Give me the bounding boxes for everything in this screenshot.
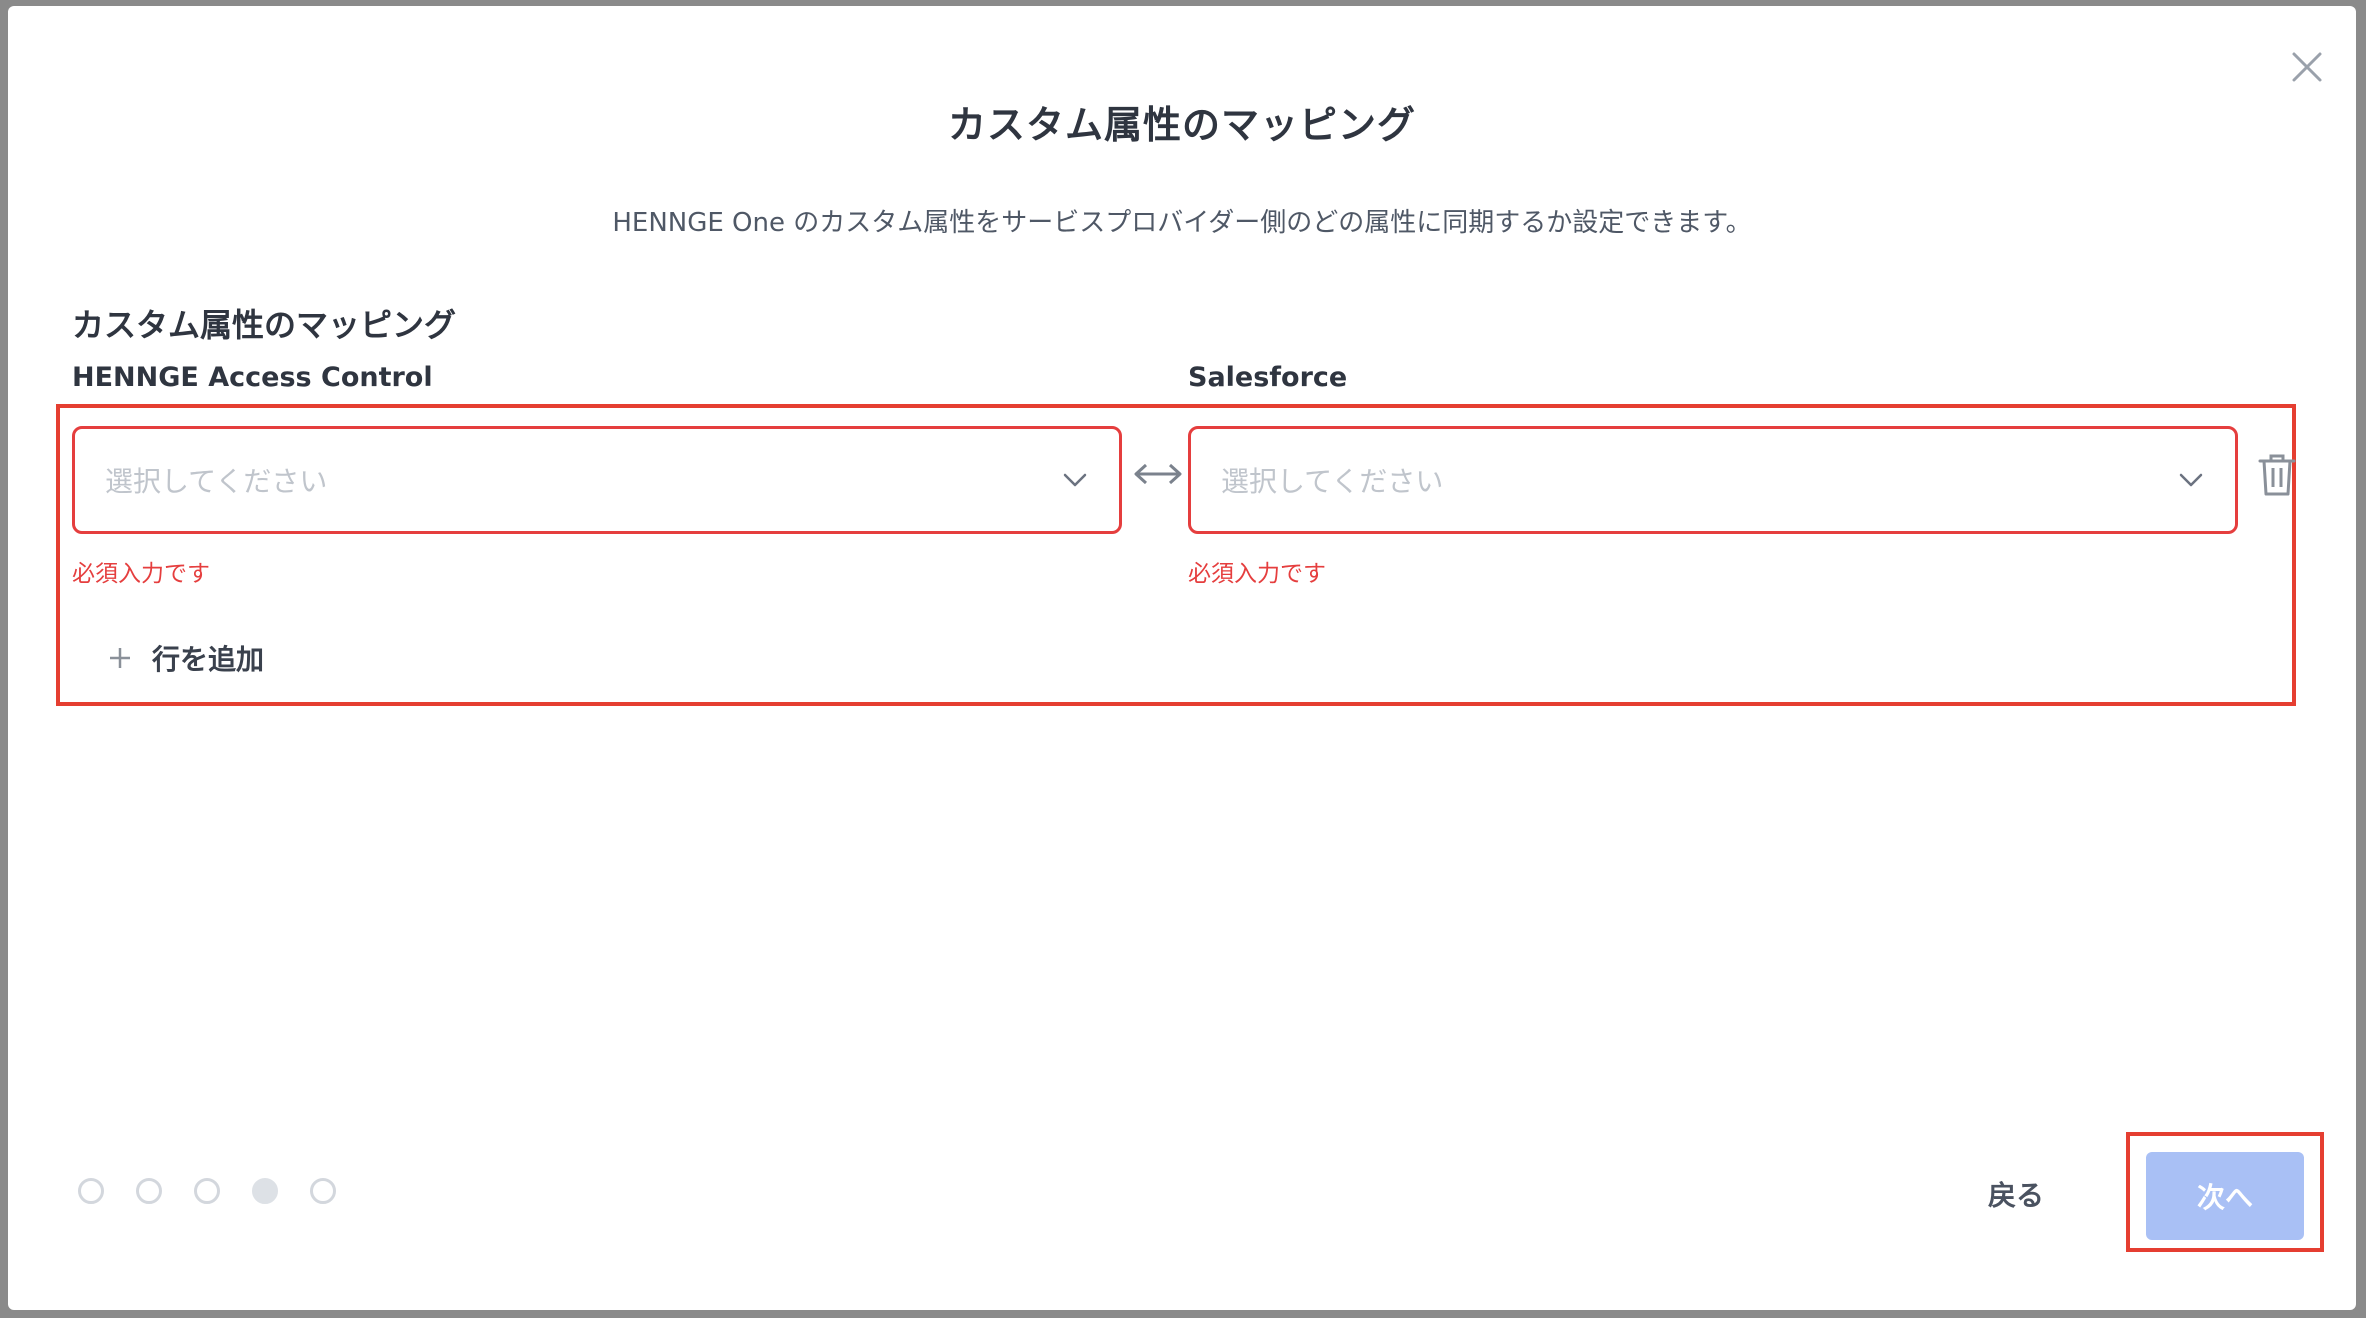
left-error-message: 必須入力です [72, 561, 210, 587]
step-dot-5 [310, 1178, 336, 1204]
dialog-title: カスタム属性のマッピング [947, 103, 1416, 147]
right-error-message: 必須入力です [1188, 561, 1326, 587]
close-button[interactable] [2282, 42, 2332, 92]
left-attribute-select[interactable]: 選択してください [72, 426, 1122, 534]
plus-icon [110, 648, 130, 668]
step-dot-3 [194, 1178, 220, 1204]
right-select-placeholder: 選択してください [1221, 465, 1444, 498]
mapping-dialog: カスタム属性のマッピング HENNGE One のカスタム属性をサービスプロバイ… [8, 6, 2356, 1310]
step-dot-2 [136, 1178, 162, 1204]
left-select-placeholder: 選択してください [105, 465, 328, 498]
chevron-down-icon [2177, 466, 2205, 494]
add-row-label: 行を追加 [152, 643, 265, 676]
delete-row-button[interactable] [2254, 450, 2300, 500]
dialog-description: HENNGE One のカスタム属性をサービスプロバイダー側のどの属性に同期する… [612, 208, 1752, 238]
section-title: カスタム属性のマッピング [72, 306, 457, 344]
left-column-label: HENNGE Access Control [72, 362, 433, 393]
right-attribute-select[interactable]: 選択してください [1188, 426, 2238, 534]
chevron-down-icon [1061, 466, 1089, 494]
step-dot-1 [78, 1178, 104, 1204]
right-column-label: Salesforce [1188, 362, 1348, 393]
add-row-button[interactable]: 行を追加 [108, 638, 264, 678]
step-dot-4-current [252, 1178, 278, 1204]
next-button[interactable]: 次へ [2146, 1152, 2304, 1240]
back-button[interactable]: 戻る [1988, 1172, 2044, 1216]
trash-icon [2258, 454, 2296, 496]
step-indicator [78, 1178, 336, 1204]
close-icon [2292, 52, 2322, 82]
arrows-left-right-icon [1132, 454, 1184, 494]
